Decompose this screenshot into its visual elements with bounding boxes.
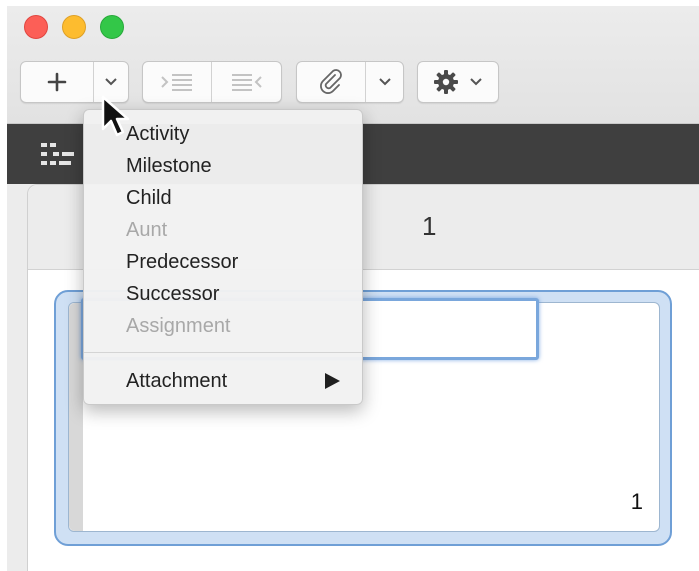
outdent-icon [230,72,264,92]
plus-icon [47,72,67,92]
add-button[interactable] [21,62,94,102]
attach-menu-button[interactable] [366,62,403,102]
menu-item-aunt: Aunt [126,219,168,241]
menu-item-predecessor[interactable]: Predecessor [126,247,238,277]
menu-separator [84,352,362,353]
attach-button[interactable] [297,62,366,102]
mouse-cursor-icon [101,95,137,146]
zoom-window-button[interactable] [100,15,124,39]
settings-button[interactable] [418,62,498,102]
submenu-arrow-icon [325,373,340,389]
outdent-button[interactable] [212,62,281,102]
settings-segmented-control [417,61,499,103]
header-number: 1 [422,211,437,241]
chevron-down-icon [104,77,118,87]
outline-view-icon[interactable] [41,142,75,171]
paperclip-icon [318,69,344,95]
indent-button[interactable] [143,62,212,102]
menu-item-successor[interactable]: Successor [126,279,219,309]
menu-item-child[interactable]: Child [126,183,172,213]
attachment-segmented-control [296,61,404,103]
menu-item-assignment: Assignment [126,315,231,337]
chevron-down-icon [378,77,392,87]
indent-icon [160,72,194,92]
minimize-window-button[interactable] [62,15,86,39]
card-number: 1 [630,489,643,514]
menu-item-milestone[interactable]: Milestone [126,151,212,181]
close-window-button[interactable] [24,15,48,39]
gear-icon [433,69,459,95]
menu-item-attachment[interactable]: Attachment [126,366,227,396]
add-dropdown-menu: Activity Milestone Child Aunt Predecesso… [83,109,363,405]
chevron-down-icon [469,77,483,87]
indent-segmented-control [142,61,282,103]
